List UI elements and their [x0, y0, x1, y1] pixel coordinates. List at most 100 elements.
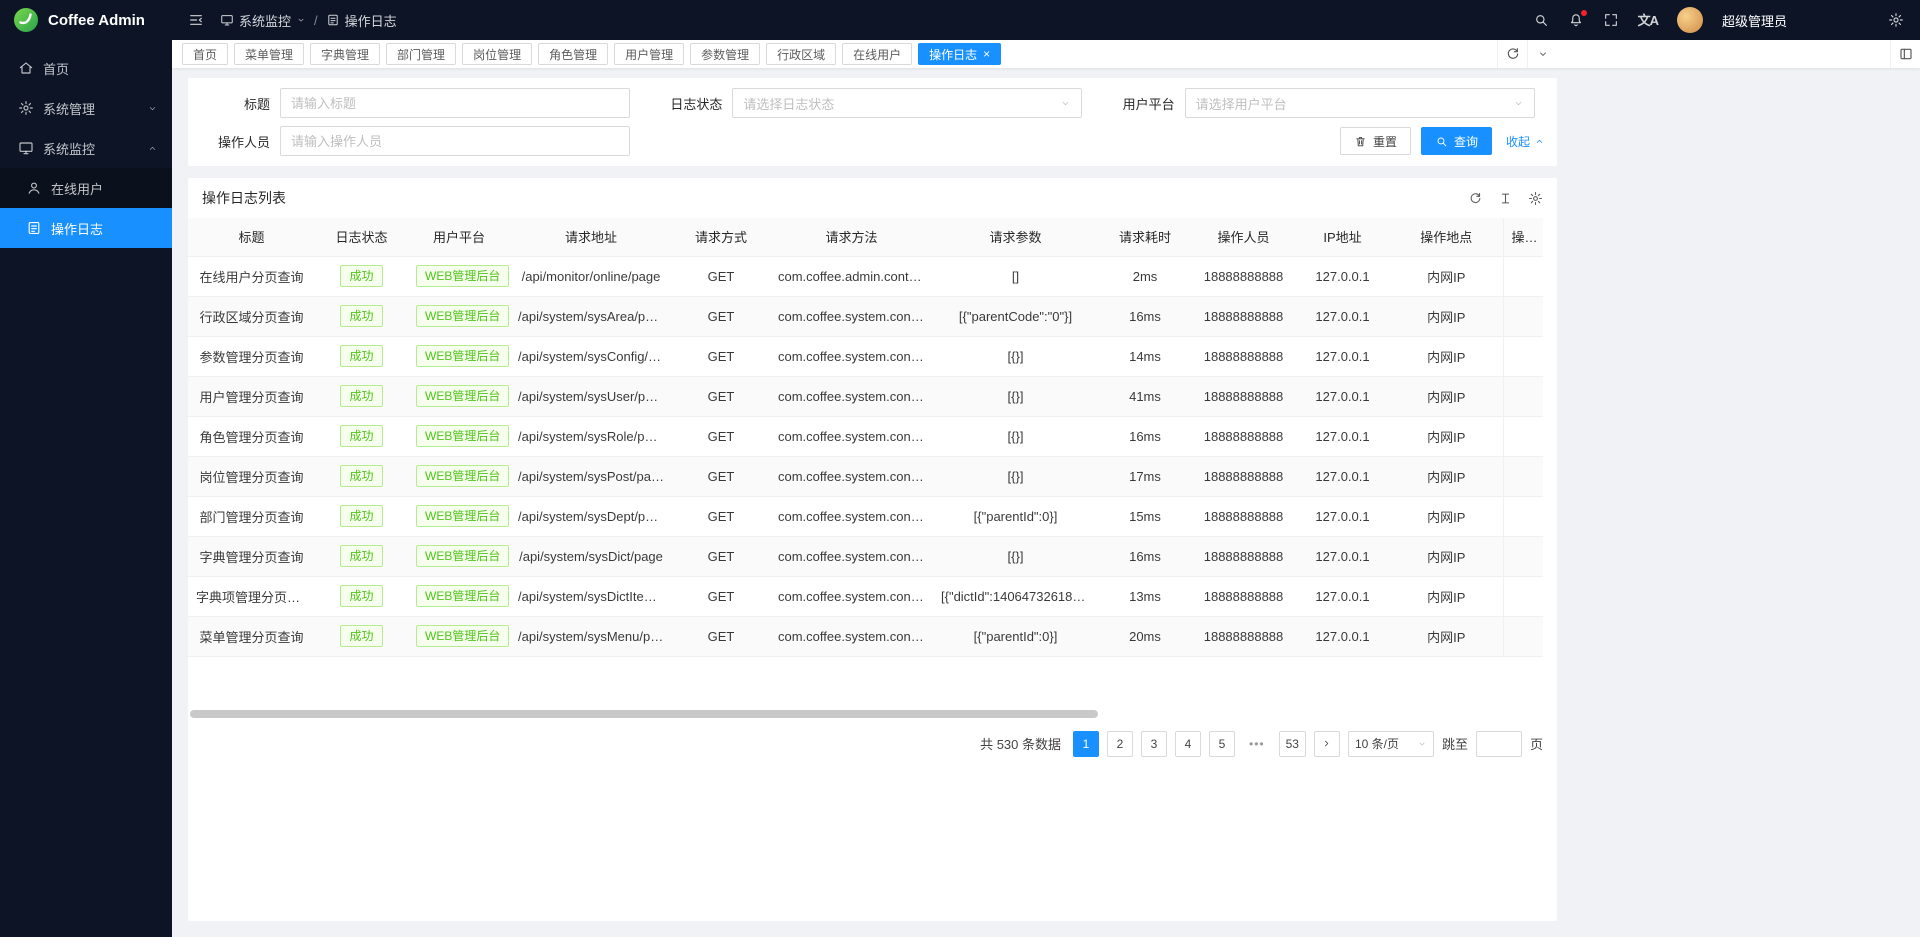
- operator-input[interactable]: [280, 126, 630, 156]
- sidebar-item-online-users[interactable]: 在线用户: [0, 168, 172, 208]
- tab-item[interactable]: 在线用户: [842, 43, 912, 65]
- page-button[interactable]: 1: [1073, 731, 1099, 757]
- sidebar-collapse-icon[interactable]: [188, 12, 204, 28]
- tab-label: 在线用户: [853, 46, 901, 63]
- log-list-card: 操作日志列表 标题日志状态用户平台请求地址请求方式请求方法请求参数请求耗时操作人…: [188, 178, 1557, 921]
- tab-item[interactable]: 行政区域: [766, 43, 836, 65]
- tab-list: 首页菜单管理字典管理部门管理岗位管理角色管理用户管理参数管理行政区域在线用户操作…: [172, 40, 1011, 68]
- table-row[interactable]: 用户管理分页查询成功WEB管理后台/api/system/sysUser/pag…: [188, 376, 1543, 416]
- breadcrumb-item-log[interactable]: 操作日志: [326, 11, 397, 30]
- log-icon: [26, 220, 42, 236]
- density-icon[interactable]: [1498, 191, 1513, 206]
- cell-func: com.coffee.system.controlle...: [770, 336, 933, 376]
- cell-ip: 127.0.0.1: [1295, 256, 1390, 296]
- layout-toggle-button[interactable]: [1890, 40, 1920, 68]
- next-page-button[interactable]: [1314, 731, 1340, 757]
- table-row[interactable]: 岗位管理分页查询成功WEB管理后台/api/system/sysPost/pag…: [188, 456, 1543, 496]
- platform-badge: WEB管理后台: [416, 585, 509, 607]
- page-button[interactable]: 2: [1107, 731, 1133, 757]
- collapse-filters-link[interactable]: 收起: [1506, 133, 1545, 150]
- sidebar-item-operation-log[interactable]: 操作日志: [0, 208, 172, 248]
- tab-menu-button[interactable]: [1527, 40, 1557, 68]
- tab-item[interactable]: 菜单管理: [234, 43, 304, 65]
- scrollbar-thumb[interactable]: [190, 710, 1098, 718]
- title-input-field[interactable]: [291, 96, 619, 111]
- cell-params: [{}]: [933, 376, 1098, 416]
- tab-label: 首页: [193, 46, 217, 63]
- table-row[interactable]: 菜单管理分页查询成功WEB管理后台/api/system/sysMenu/pag…: [188, 616, 1543, 656]
- search-icon[interactable]: [1533, 12, 1549, 28]
- settings-gear-icon[interactable]: [1888, 12, 1904, 28]
- cell-platform: WEB管理后台: [408, 576, 510, 616]
- close-icon[interactable]: ×: [983, 48, 990, 60]
- status-select[interactable]: 请选择日志状态: [732, 88, 1082, 118]
- collapse-label: 收起: [1506, 133, 1530, 150]
- platform-badge: WEB管理后台: [416, 625, 509, 647]
- tab-item[interactable]: 角色管理: [538, 43, 608, 65]
- cell-func: com.coffee.system.controlle...: [770, 576, 933, 616]
- cell-title: 菜单管理分页查询: [188, 616, 315, 656]
- cell-duration: 16ms: [1098, 416, 1192, 456]
- refresh-icon[interactable]: [1468, 191, 1483, 206]
- notifications-button[interactable]: [1568, 12, 1584, 28]
- username[interactable]: 超级管理员: [1722, 11, 1787, 30]
- tab-item[interactable]: 首页: [182, 43, 228, 65]
- tab-item[interactable]: 岗位管理: [462, 43, 532, 65]
- table-row[interactable]: 字典项管理分页查询成功WEB管理后台/api/system/sysDictIte…: [188, 576, 1543, 616]
- platform-select[interactable]: 请选择用户平台: [1185, 88, 1535, 118]
- table-row[interactable]: 参数管理分页查询成功WEB管理后台/api/system/sysConfig/p…: [188, 336, 1543, 376]
- status-badge: 成功: [340, 625, 382, 647]
- breadcrumb-item-monitor[interactable]: 系统监控: [220, 11, 306, 30]
- table-row[interactable]: 字典管理分页查询成功WEB管理后台/api/system/sysDict/pag…: [188, 536, 1543, 576]
- tab-item[interactable]: 用户管理: [614, 43, 684, 65]
- table-row[interactable]: 在线用户分页查询成功WEB管理后台/api/monitor/online/pag…: [188, 256, 1543, 296]
- sidebar-item-home[interactable]: 首页: [0, 48, 172, 88]
- jump-page-input[interactable]: [1476, 731, 1522, 757]
- page-button[interactable]: 3: [1141, 731, 1167, 757]
- cell-url: /api/system/sysArea/page: [510, 296, 672, 336]
- reset-button[interactable]: 重置: [1340, 127, 1411, 155]
- tab-item[interactable]: 字典管理: [310, 43, 380, 65]
- cell-method: GET: [672, 296, 770, 336]
- column-settings-icon[interactable]: [1528, 191, 1543, 206]
- cell-ip: 127.0.0.1: [1295, 376, 1390, 416]
- chevron-down-icon: [296, 15, 306, 25]
- tab-label: 操作日志: [929, 46, 977, 63]
- avatar[interactable]: [1677, 7, 1703, 33]
- fullscreen-icon[interactable]: [1603, 12, 1619, 28]
- filter-field-status: 日志状态 请选择日志状态: [640, 88, 1092, 118]
- chevron-right-icon: [1321, 738, 1332, 749]
- table-row[interactable]: 部门管理分页查询成功WEB管理后台/api/system/sysDept/pag…: [188, 496, 1543, 536]
- sidebar: Coffee Admin 首页系统管理系统监控在线用户操作日志: [0, 0, 172, 937]
- cell-platform: WEB管理后台: [408, 336, 510, 376]
- cell-operator: 18888888888: [1192, 336, 1295, 376]
- horizontal-scrollbar[interactable]: [188, 709, 1543, 719]
- breadcrumb: 系统监控 / 操作日志: [220, 11, 397, 30]
- cell-status: 成功: [315, 376, 408, 416]
- page-button[interactable]: 5: [1209, 731, 1235, 757]
- cell-actions: [1503, 336, 1543, 376]
- tab-item[interactable]: 参数管理: [690, 43, 760, 65]
- page-size-select[interactable]: 10 条/页: [1348, 731, 1434, 757]
- sidebar-item-system-management[interactable]: 系统管理: [0, 88, 172, 128]
- page-button[interactable]: 53: [1279, 731, 1306, 757]
- cell-method: GET: [672, 576, 770, 616]
- operator-input-field[interactable]: [291, 134, 619, 149]
- translate-icon[interactable]: 文A: [1638, 14, 1658, 27]
- platform-select-placeholder: 请选择用户平台: [1196, 94, 1287, 113]
- refresh-tabs-button[interactable]: [1497, 40, 1527, 68]
- cell-status: 成功: [315, 456, 408, 496]
- title-input[interactable]: [280, 88, 630, 118]
- page-button[interactable]: 4: [1175, 731, 1201, 757]
- sidebar-item-system-monitor[interactable]: 系统监控: [0, 128, 172, 168]
- search-button[interactable]: 查询: [1421, 127, 1492, 155]
- table-row[interactable]: 行政区域分页查询成功WEB管理后台/api/system/sysArea/pag…: [188, 296, 1543, 336]
- tab-item[interactable]: 部门管理: [386, 43, 456, 65]
- table-row[interactable]: 角色管理分页查询成功WEB管理后台/api/system/sysRole/pag…: [188, 416, 1543, 456]
- filter-field-operator: 操作人员: [188, 126, 640, 156]
- tab-item[interactable]: 操作日志 ×: [918, 43, 1001, 65]
- cell-func: com.coffee.system.controlle...: [770, 496, 933, 536]
- tab-label: 参数管理: [701, 46, 749, 63]
- cell-url: /api/system/sysConfig/page: [510, 336, 672, 376]
- platform-label: 用户平台: [1093, 94, 1185, 113]
